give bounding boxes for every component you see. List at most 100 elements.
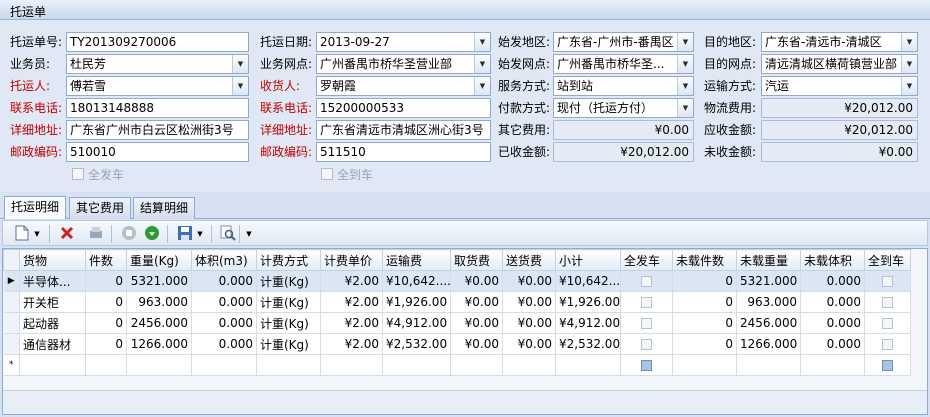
- cell-delivery-fee[interactable]: ¥0.00: [502, 291, 556, 313]
- chevron-down-icon[interactable]: ▼: [901, 33, 917, 51]
- cell-unloaded-pieces[interactable]: 0: [672, 333, 737, 355]
- shipper-phone-field[interactable]: 18013148888: [66, 98, 249, 118]
- cell-empty[interactable]: [382, 354, 451, 376]
- chevron-down-icon[interactable]: ▼: [901, 55, 917, 73]
- cell-all-sent[interactable]: [620, 312, 673, 334]
- checkbox-box[interactable]: [882, 360, 893, 371]
- cell-pieces[interactable]: 0: [85, 291, 127, 313]
- col-unit-price[interactable]: 计费单价: [320, 249, 383, 271]
- new-doc-icon[interactable]: [13, 225, 31, 243]
- cell-billing-method[interactable]: 计重(Kg): [256, 312, 321, 334]
- chevron-down-icon[interactable]: ▼: [677, 99, 693, 117]
- cell-all-sent[interactable]: [620, 291, 673, 313]
- chevron-down-icon[interactable]: ▼: [194, 225, 206, 243]
- cell-billing-method[interactable]: 计重(Kg): [256, 270, 321, 292]
- cell-freight[interactable]: ¥4,912.00: [382, 312, 451, 334]
- save-icon[interactable]: [176, 225, 194, 243]
- cell-freight[interactable]: ¥1,926.00: [382, 291, 451, 313]
- cell-all-arrived[interactable]: [864, 354, 911, 376]
- cell-billing-method[interactable]: 计重(Kg): [256, 291, 321, 313]
- col-freight[interactable]: 运输费: [382, 249, 451, 271]
- consignee-field[interactable]: 罗朝霞 ▼: [316, 76, 491, 96]
- cell-unloaded-weight[interactable]: 2456.000: [736, 312, 801, 334]
- chevron-down-icon[interactable]: ▼: [677, 77, 693, 95]
- col-billing-method[interactable]: 计费方式: [256, 249, 321, 271]
- cell-pieces[interactable]: 0: [85, 270, 127, 292]
- col-subtotal[interactable]: 小计: [555, 249, 621, 271]
- col-pieces[interactable]: 件数: [85, 249, 127, 271]
- cell-pickup-fee[interactable]: ¥0.00: [450, 270, 503, 292]
- cell-unloaded-volume[interactable]: 0.000: [800, 291, 865, 313]
- branch-field[interactable]: 广州番禺市桥华圣营业部 ▼: [316, 54, 491, 74]
- chevron-down-icon[interactable]: ▼: [474, 33, 490, 51]
- checkbox-box[interactable]: [641, 339, 652, 350]
- table-row[interactable]: ▶ 半导体... 0 5321.000 0.000 计重(Kg) ¥2.00 ¥…: [3, 270, 911, 292]
- col-unloaded-volume[interactable]: 未载体积: [800, 249, 865, 271]
- refresh-icon[interactable]: [143, 225, 161, 243]
- cell-pickup-fee[interactable]: ¥0.00: [450, 333, 503, 355]
- tab-shipment-detail[interactable]: 托运明细: [4, 196, 67, 219]
- cell-empty[interactable]: [450, 354, 503, 376]
- new-row[interactable]: *: [3, 354, 911, 376]
- checkbox-box[interactable]: [641, 360, 652, 371]
- transport-field[interactable]: 汽运 ▼: [761, 76, 918, 96]
- cell-goods[interactable]: 起动器: [19, 312, 86, 334]
- cell-unit-price[interactable]: ¥2.00: [320, 291, 383, 313]
- cell-delivery-fee[interactable]: ¥0.00: [502, 333, 556, 355]
- cell-unloaded-volume[interactable]: 0.000: [800, 333, 865, 355]
- origin-field[interactable]: 广东省-广州市-番禺区 ▼: [553, 32, 694, 52]
- consignee-phone-field[interactable]: 15200000533: [316, 98, 491, 118]
- table-row[interactable]: 通信器材 0 1266.000 0.000 计重(Kg) ¥2.00 ¥2,53…: [3, 333, 911, 355]
- chevron-down-icon[interactable]: ▼: [474, 77, 490, 95]
- cell-weight[interactable]: 963.000: [126, 291, 192, 313]
- cell-unloaded-volume[interactable]: 0.000: [800, 270, 865, 292]
- consignee-zip-field[interactable]: 511510: [316, 142, 491, 162]
- checkbox-box[interactable]: [882, 339, 893, 350]
- cell-empty[interactable]: [126, 354, 192, 376]
- cell-subtotal[interactable]: ¥10,642....: [555, 270, 621, 292]
- chevron-down-icon[interactable]: ▼: [677, 33, 693, 51]
- checkbox-box[interactable]: [641, 297, 652, 308]
- shipper-addr-field[interactable]: 广东省广州市白云区松洲街3号: [66, 120, 249, 140]
- cell-unloaded-pieces[interactable]: 0: [672, 270, 737, 292]
- cell-volume[interactable]: 0.000: [191, 312, 257, 334]
- cell-empty[interactable]: [555, 354, 621, 376]
- cell-unloaded-weight[interactable]: 1266.000: [736, 333, 801, 355]
- table-row[interactable]: 开关柜 0 963.000 0.000 计重(Kg) ¥2.00 ¥1,926.…: [3, 291, 911, 313]
- checkbox-box[interactable]: [641, 318, 652, 329]
- checkbox-box[interactable]: [882, 318, 893, 329]
- stop-icon[interactable]: [120, 225, 138, 243]
- dest-outlet-field[interactable]: 清远清城区横荷镇营业部 ▼: [761, 54, 918, 74]
- cell-goods[interactable]: 开关柜: [19, 291, 86, 313]
- service-field[interactable]: 站到站 ▼: [553, 76, 694, 96]
- chevron-down-icon[interactable]: ▼: [677, 55, 693, 73]
- chevron-down-icon[interactable]: ▼: [232, 55, 248, 73]
- all-sent-checkbox[interactable]: 全发车: [72, 166, 124, 182]
- salesman-field[interactable]: 杜民芳 ▼: [66, 54, 249, 74]
- col-delivery-fee[interactable]: 送货费: [502, 249, 556, 271]
- col-all-sent[interactable]: 全发车: [620, 249, 673, 271]
- delete-icon[interactable]: [58, 225, 76, 243]
- shipper-field[interactable]: 傅若雪 ▼: [66, 76, 249, 96]
- col-unloaded-pieces[interactable]: 未载件数: [672, 249, 737, 271]
- cell-subtotal[interactable]: ¥2,532.00: [555, 333, 621, 355]
- cell-empty[interactable]: [19, 354, 86, 376]
- search-icon[interactable]: [219, 225, 237, 243]
- origin-outlet-field[interactable]: 广州番禺市桥华圣... ▼: [553, 54, 694, 74]
- cell-billing-method[interactable]: 计重(Kg): [256, 333, 321, 355]
- cell-weight[interactable]: 2456.000: [126, 312, 192, 334]
- cell-empty[interactable]: [736, 354, 801, 376]
- cell-all-arrived[interactable]: [864, 333, 911, 355]
- cell-all-arrived[interactable]: [864, 312, 911, 334]
- cell-all-arrived[interactable]: [864, 270, 911, 292]
- cell-empty[interactable]: [800, 354, 865, 376]
- cell-unit-price[interactable]: ¥2.00: [320, 312, 383, 334]
- cell-volume[interactable]: 0.000: [191, 270, 257, 292]
- checkbox-box[interactable]: [882, 276, 893, 287]
- col-volume[interactable]: 体积(m3): [191, 249, 257, 271]
- cell-empty[interactable]: [320, 354, 383, 376]
- chevron-down-icon[interactable]: ▼: [31, 225, 43, 243]
- cell-unloaded-weight[interactable]: 963.000: [736, 291, 801, 313]
- chevron-down-icon[interactable]: ▼: [232, 77, 248, 95]
- print-icon[interactable]: [87, 225, 105, 243]
